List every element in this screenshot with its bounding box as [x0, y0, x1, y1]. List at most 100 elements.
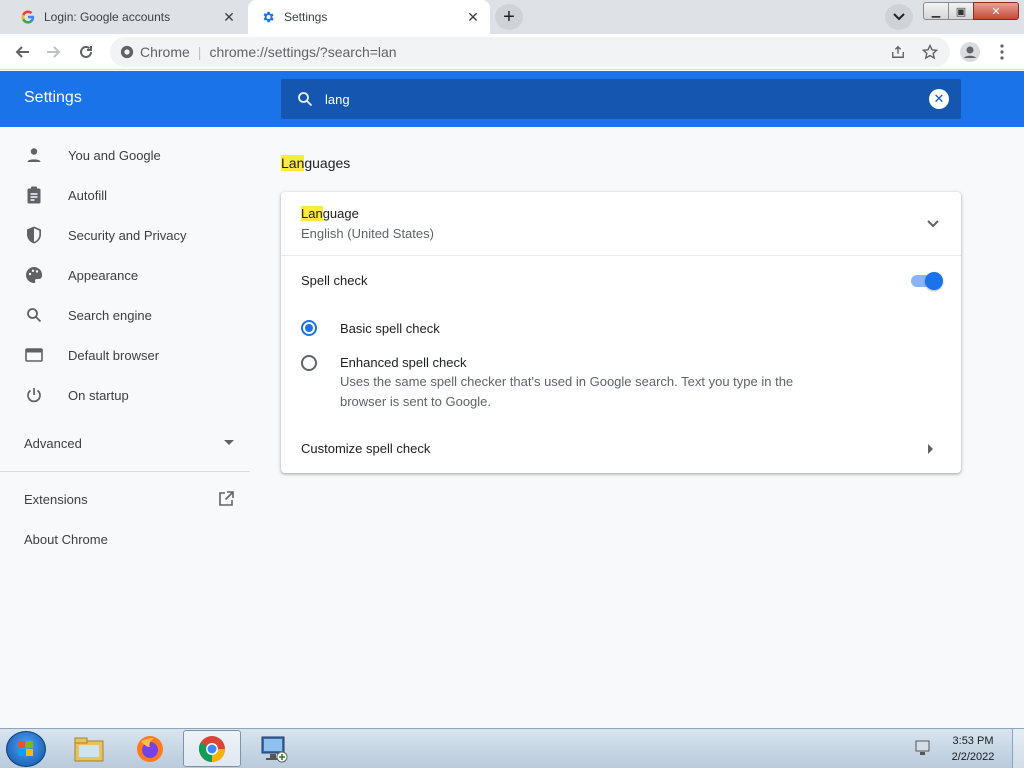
sidebar-divider — [0, 471, 250, 472]
close-window-button[interactable]: ✕ — [973, 2, 1019, 20]
power-icon — [24, 385, 44, 405]
reload-button[interactable] — [72, 38, 100, 66]
network-computer-icon — [261, 736, 288, 762]
sidebar-item-on-startup[interactable]: On startup — [0, 375, 250, 415]
network-tray-icon[interactable] — [914, 739, 932, 757]
search-highlight: Lan — [301, 206, 323, 221]
sidebar-item-security-and-privacy[interactable]: Security and Privacy — [0, 215, 250, 255]
firefox-icon — [137, 735, 163, 762]
address-bar[interactable]: Chrome | chrome://settings/?search=lan — [110, 37, 950, 67]
clock-date: 2/2/2022 — [951, 751, 995, 763]
maximize-window-button[interactable]: ▣ — [948, 2, 974, 20]
enhanced-spell-check-radio[interactable] — [301, 355, 317, 371]
search-icon — [293, 87, 317, 111]
tab-login-google-accounts[interactable]: Login: Google accounts ✕ — [0, 0, 246, 34]
bookmark-button[interactable] — [916, 38, 944, 66]
sidebar-item-label: Security and Privacy — [68, 227, 187, 243]
caret-down-icon — [224, 440, 234, 445]
separator: | — [197, 44, 202, 60]
tab-settings[interactable]: Settings ✕ — [248, 0, 490, 34]
windows-logo-icon — [18, 741, 33, 756]
settings-search-input[interactable] — [325, 91, 905, 107]
settings-search-box[interactable]: ✕ — [281, 79, 961, 119]
chrome-icon — [198, 735, 225, 762]
customize-spell-check-link[interactable]: Customize spell check — [301, 441, 430, 456]
start-button[interactable] — [6, 731, 46, 767]
sidebar-item-extensions[interactable]: Extensions — [24, 479, 234, 519]
settings-header: Settings ✕ — [0, 71, 1024, 127]
close-tab-icon[interactable]: ✕ — [218, 6, 240, 28]
chrome-menu-button[interactable] — [988, 38, 1016, 66]
sidebar-item-you-and-google[interactable]: You and Google — [0, 135, 250, 175]
languages-card: Language English (United States) Spell c… — [281, 192, 961, 473]
expand-button[interactable] — [923, 214, 943, 234]
profile-avatar-icon — [960, 42, 980, 62]
section-title-rest: guages — [304, 155, 351, 171]
search-icon — [24, 305, 44, 325]
toggle-knob — [925, 272, 943, 290]
star-icon — [922, 44, 938, 60]
shield-icon — [24, 225, 44, 245]
file-explorer-icon — [74, 737, 104, 761]
tab-title: Settings — [284, 10, 328, 24]
language-row[interactable]: Language English (United States) — [281, 192, 961, 256]
sidebar-item-label: On startup — [68, 387, 129, 403]
person-icon — [24, 145, 44, 165]
show-desktop-button[interactable] — [1012, 729, 1024, 768]
language-value: English (United States) — [301, 226, 434, 241]
google-g-icon — [20, 9, 36, 25]
kebab-menu-icon — [1000, 44, 1004, 60]
enhanced-spell-check-label: Enhanced spell check — [340, 355, 467, 370]
sidebar-item-label: Autofill — [68, 187, 108, 203]
arrow-right-icon — [47, 46, 61, 58]
windows-taskbar: 3:53 PM 2/2/2022 — [0, 728, 1024, 768]
file-explorer-taskbar-button[interactable] — [60, 730, 118, 767]
sidebar-advanced-toggle[interactable]: Advanced — [24, 423, 234, 463]
network-taskbar-button[interactable] — [245, 730, 303, 767]
sidebar-item-default-browser[interactable]: Default browser — [0, 335, 250, 375]
share-button[interactable] — [884, 38, 912, 66]
enhanced-spell-check-description: Uses the same spell checker that's used … — [340, 374, 794, 409]
spell-check-label: Spell check — [301, 273, 368, 288]
sidebar-item-appearance[interactable]: Appearance — [0, 255, 250, 295]
site-label: Chrome — [140, 44, 190, 60]
share-icon — [892, 45, 904, 58]
palette-icon — [24, 265, 44, 285]
arrow-left-icon — [15, 46, 29, 58]
language-label: Language — [301, 206, 359, 221]
spell-check-toggle[interactable] — [909, 272, 943, 290]
tab-search-button[interactable] — [885, 4, 913, 30]
browser-window-icon — [24, 345, 44, 365]
search-highlight: Lan — [281, 155, 305, 171]
chrome-taskbar-button[interactable] — [183, 730, 241, 767]
sidebar-item-label: Default browser — [68, 347, 160, 363]
clear-search-button[interactable]: ✕ — [929, 89, 949, 109]
basic-spell-check-radio[interactable] — [301, 320, 317, 336]
basic-spell-check-label: Basic spell check — [340, 321, 440, 336]
sidebar-item-about-chrome[interactable]: About Chrome — [24, 519, 108, 559]
tab-strip: Login: Google accounts ✕ Settings ✕ + ▁ … — [0, 0, 1024, 34]
sidebar-item-search-engine[interactable]: Search engine — [0, 295, 250, 335]
minimize-window-button[interactable]: ▁ — [923, 2, 949, 20]
sidebar-item-autofill[interactable]: Autofill — [0, 175, 250, 215]
caret-right-icon[interactable] — [925, 442, 937, 456]
system-clock[interactable]: 3:53 PM 2/2/2022 — [940, 733, 1006, 765]
open-in-new-icon — [219, 491, 234, 506]
chevron-down-icon — [927, 220, 939, 228]
sidebar-advanced-label: Advanced — [24, 435, 82, 451]
url-text: chrome://settings/?search=lan — [209, 44, 397, 60]
clock-time: 3:53 PM — [952, 735, 994, 747]
tab-title: Login: Google accounts — [44, 10, 171, 24]
chevron-down-icon — [893, 13, 905, 21]
firefox-taskbar-button[interactable] — [121, 730, 179, 767]
reload-icon — [80, 45, 92, 58]
sidebar-item-label: Search engine — [68, 307, 152, 323]
profile-button[interactable] — [956, 38, 984, 66]
forward-button[interactable] — [40, 38, 68, 66]
sidebar-item-label: About Chrome — [24, 531, 108, 547]
back-button[interactable] — [8, 38, 36, 66]
sidebar-item-label: You and Google — [68, 147, 161, 163]
close-tab-icon[interactable]: ✕ — [462, 6, 484, 28]
new-tab-button[interactable]: + — [495, 4, 523, 30]
sidebar-item-label: Extensions — [24, 491, 88, 507]
